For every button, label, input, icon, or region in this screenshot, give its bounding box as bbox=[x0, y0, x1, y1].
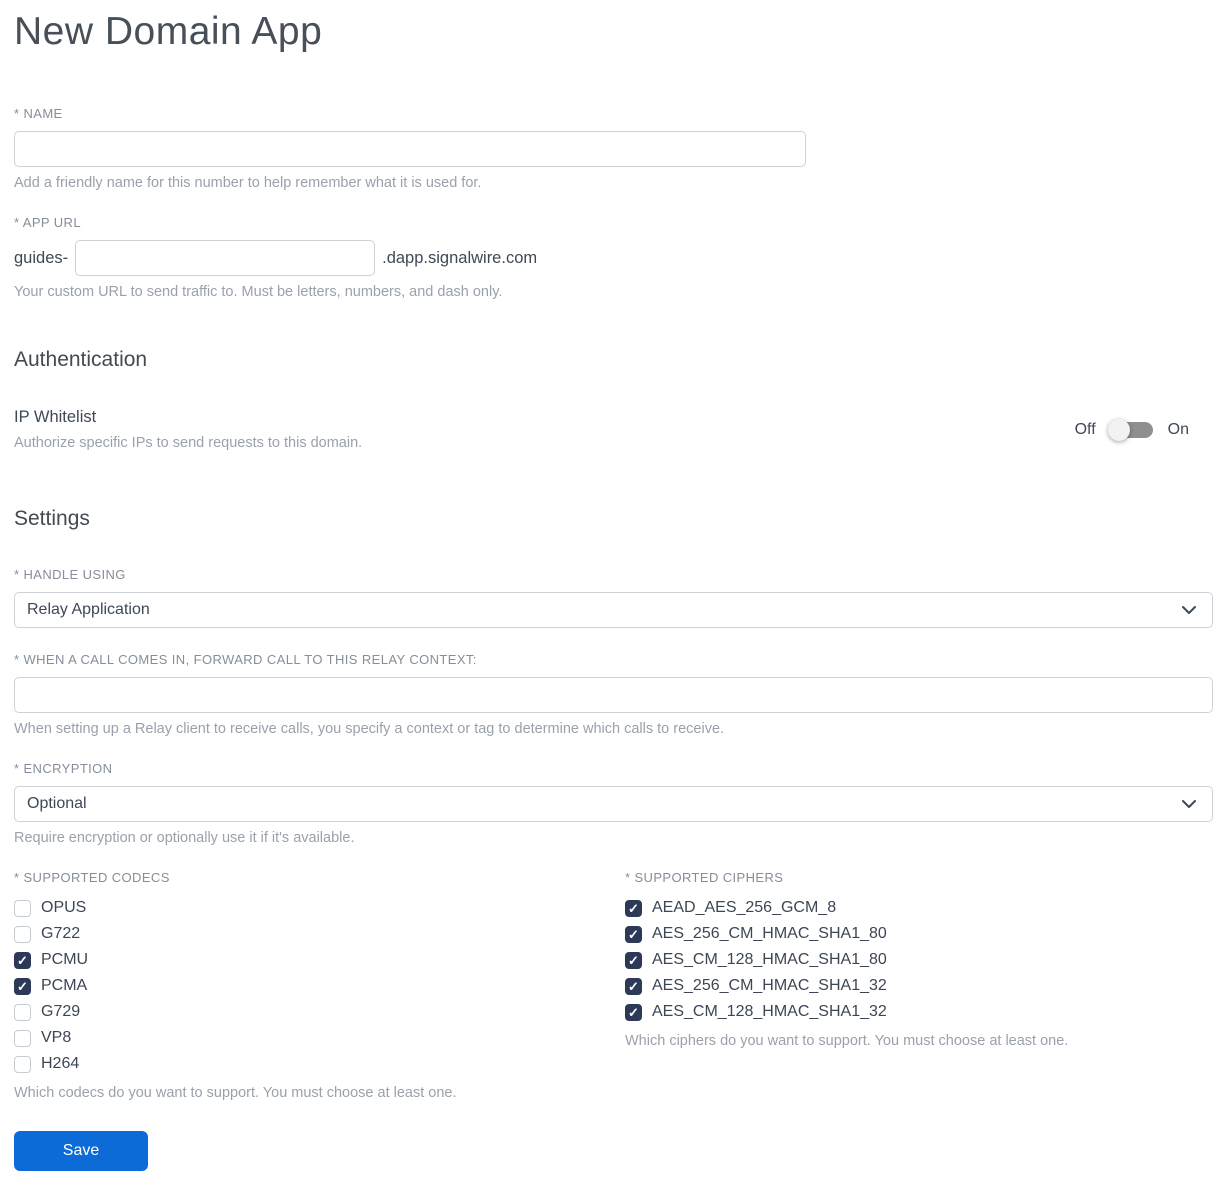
name-input[interactable] bbox=[14, 131, 806, 167]
codecs-list: OPUS G722 PCMU PCMA G729 VP8 H264 bbox=[14, 895, 625, 1077]
codecs-help-text: Which codecs do you want to support. You… bbox=[14, 1085, 457, 1101]
codec-option-label: OPUS bbox=[41, 899, 87, 916]
chevron-down-icon bbox=[1182, 800, 1196, 809]
checkbox-checked-icon[interactable] bbox=[625, 951, 642, 969]
checkbox-unchecked-icon[interactable] bbox=[14, 1029, 31, 1047]
codec-option-label: G722 bbox=[41, 925, 81, 942]
app-url-input[interactable] bbox=[75, 240, 376, 276]
cipher-option[interactable]: AEAD_AES_256_GCM_8 bbox=[625, 895, 1213, 921]
checkbox-checked-icon[interactable] bbox=[14, 977, 31, 995]
codec-option-label: PCMU bbox=[41, 951, 89, 968]
toggle-on-label: On bbox=[1167, 420, 1189, 438]
codec-option[interactable]: G722 bbox=[14, 921, 625, 947]
codecs-ciphers-columns: * SUPPORTED CODECS OPUS G722 PCMU PCMA G729 V… bbox=[14, 870, 1213, 1101]
name-field-group: * NAME Add a friendly name for this numb… bbox=[14, 106, 1213, 191]
checkbox-checked-icon[interactable] bbox=[625, 899, 642, 917]
ip-whitelist-toggle-group: Off On bbox=[1074, 418, 1213, 441]
cipher-option[interactable]: AES_CM_128_HMAC_SHA1_80 bbox=[625, 947, 1213, 973]
app-url-field-group: * APP URL guides- .dapp.signalwire.com Y… bbox=[14, 215, 1213, 300]
handle-using-label: * HANDLE USING bbox=[14, 567, 126, 582]
checkbox-unchecked-icon[interactable] bbox=[14, 899, 31, 917]
encryption-label: * ENCRYPTION bbox=[14, 761, 113, 776]
chevron-down-icon bbox=[1182, 606, 1196, 615]
relay-context-help-text: When setting up a Relay client to receiv… bbox=[14, 721, 725, 737]
cipher-option[interactable]: AES_256_CM_HMAC_SHA1_80 bbox=[625, 921, 1213, 947]
codec-option-label: H264 bbox=[41, 1055, 80, 1072]
cipher-option-label: AES_CM_128_HMAC_SHA1_80 bbox=[652, 951, 887, 968]
save-button[interactable]: Save bbox=[14, 1131, 148, 1171]
app-url-help-text: Your custom URL to send traffic to. Must… bbox=[14, 284, 503, 300]
ip-whitelist-row: IP Whitelist Authorize specific IPs to s… bbox=[14, 408, 1213, 451]
name-label: * NAME bbox=[14, 106, 63, 121]
codecs-column: * SUPPORTED CODECS OPUS G722 PCMU PCMA G729 V… bbox=[14, 870, 625, 1101]
handle-using-selected-value: Relay Application bbox=[27, 601, 150, 618]
encryption-selected-value: Optional bbox=[27, 795, 87, 812]
toggle-off-label: Off bbox=[1074, 420, 1096, 438]
app-url-label: * APP URL bbox=[14, 215, 81, 230]
handle-using-group: * HANDLE USING Relay Application bbox=[14, 567, 1213, 628]
ciphers-help-text: Which ciphers do you want to support. Yo… bbox=[625, 1033, 1069, 1049]
ip-whitelist-label: IP Whitelist bbox=[14, 408, 97, 426]
cipher-option-label: AES_CM_128_HMAC_SHA1_32 bbox=[652, 1003, 887, 1020]
checkbox-checked-icon[interactable] bbox=[625, 977, 642, 995]
ip-whitelist-help-text: Authorize specific IPs to send requests … bbox=[14, 435, 363, 451]
codec-option-label: VP8 bbox=[41, 1029, 72, 1046]
checkbox-unchecked-icon[interactable] bbox=[14, 925, 31, 943]
relay-context-input[interactable] bbox=[14, 677, 1213, 713]
relay-context-group: * WHEN A CALL COMES IN, FORWARD CALL TO … bbox=[14, 652, 1213, 737]
codec-option-label: PCMA bbox=[41, 977, 88, 994]
checkbox-unchecked-icon[interactable] bbox=[14, 1003, 31, 1021]
checkbox-checked-icon[interactable] bbox=[14, 951, 31, 969]
ip-whitelist-toggle[interactable] bbox=[1107, 418, 1153, 441]
app-url-row: guides- .dapp.signalwire.com bbox=[14, 240, 1213, 276]
codec-option[interactable]: VP8 bbox=[14, 1025, 625, 1051]
codec-option[interactable]: G729 bbox=[14, 999, 625, 1025]
codec-option[interactable]: PCMA bbox=[14, 973, 625, 999]
settings-heading: Settings bbox=[14, 507, 90, 530]
cipher-option-label: AES_256_CM_HMAC_SHA1_32 bbox=[652, 977, 887, 994]
encryption-group: * ENCRYPTION Optional Require encryption… bbox=[14, 761, 1213, 846]
cipher-option[interactable]: AES_CM_128_HMAC_SHA1_32 bbox=[625, 999, 1213, 1025]
relay-context-label: * WHEN A CALL COMES IN, FORWARD CALL TO … bbox=[14, 652, 477, 667]
codec-option[interactable]: OPUS bbox=[14, 895, 625, 921]
name-help-text: Add a friendly name for this number to h… bbox=[14, 175, 482, 191]
checkbox-checked-icon[interactable] bbox=[625, 925, 642, 943]
cipher-option-label: AEAD_AES_256_GCM_8 bbox=[652, 899, 837, 916]
cipher-option-label: AES_256_CM_HMAC_SHA1_80 bbox=[652, 925, 887, 942]
codecs-label: * SUPPORTED CODECS bbox=[14, 870, 170, 885]
cipher-option[interactable]: AES_256_CM_HMAC_SHA1_32 bbox=[625, 973, 1213, 999]
encryption-select[interactable]: Optional bbox=[14, 786, 1213, 822]
ciphers-list: AEAD_AES_256_GCM_8 AES_256_CM_HMAC_SHA1_8… bbox=[625, 895, 1213, 1025]
checkbox-unchecked-icon[interactable] bbox=[14, 1055, 31, 1073]
checkbox-checked-icon[interactable] bbox=[625, 1003, 642, 1021]
ciphers-column: * SUPPORTED CIPHERS AEAD_AES_256_GCM_8AE… bbox=[625, 870, 1213, 1101]
handle-using-select[interactable]: Relay Application bbox=[14, 592, 1213, 628]
ciphers-label: * SUPPORTED CIPHERS bbox=[625, 870, 784, 885]
encryption-help-text: Require encryption or optionally use it … bbox=[14, 830, 355, 846]
app-url-prefix: guides- bbox=[14, 248, 69, 267]
ip-whitelist-text: IP Whitelist Authorize specific IPs to s… bbox=[14, 408, 362, 451]
authentication-heading: Authentication bbox=[14, 348, 148, 371]
app-url-suffix: .dapp.signalwire.com bbox=[382, 248, 538, 267]
toggle-knob[interactable] bbox=[1107, 418, 1130, 441]
codec-option-label: G729 bbox=[41, 1003, 81, 1020]
codec-option[interactable]: PCMU bbox=[14, 947, 625, 973]
codec-option[interactable]: H264 bbox=[14, 1051, 625, 1077]
page-title: New Domain App bbox=[14, 10, 323, 53]
